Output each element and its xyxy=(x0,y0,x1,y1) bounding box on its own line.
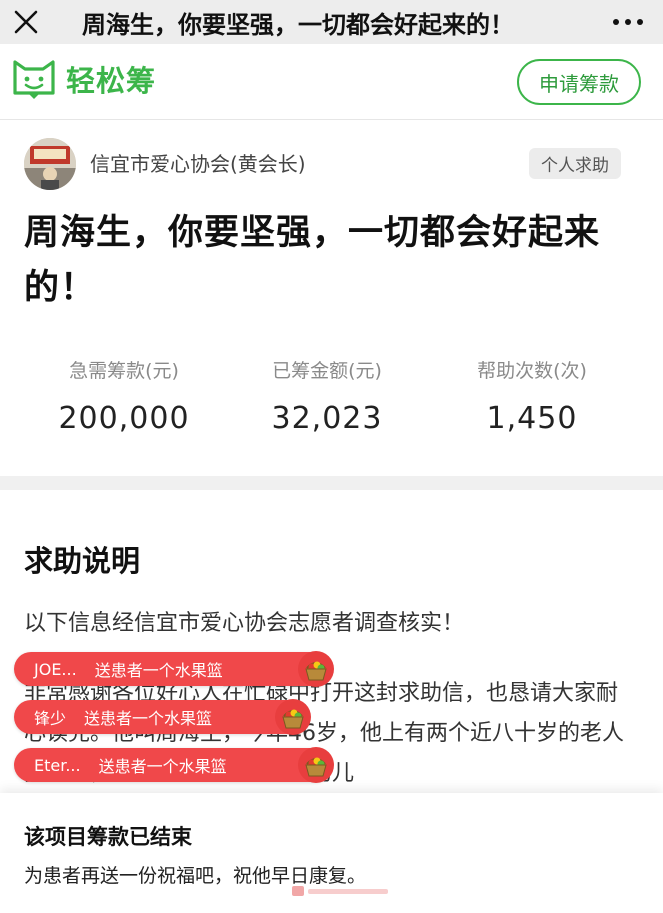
more-button[interactable] xyxy=(593,0,663,44)
stat-value: 1,450 xyxy=(486,401,578,436)
brand-logo[interactable]: 轻松筹 xyxy=(12,58,156,100)
stat-value: 200,000 xyxy=(58,401,190,436)
gift-text: 送患者一个水果篮 xyxy=(94,661,223,680)
campaign-card: 信宜市爱心协会(黄会长) 个人求助 周海生，你要坚强，一切都会好起来的！ 急需筹… xyxy=(0,120,663,476)
watermark-logo xyxy=(292,883,392,902)
stat-label: 帮助次数(次) xyxy=(477,360,587,382)
apply-fundraise-button[interactable]: 申请筹款 xyxy=(517,59,641,105)
stat-target: 急需筹款(元) 200,000 xyxy=(24,356,224,436)
top-bar: 周海生，你要坚强，一切都会好起来的！ xyxy=(0,0,663,44)
campaign-title: 周海生，你要坚强，一切都会好起来的！ xyxy=(24,213,601,308)
avatar[interactable] xyxy=(24,138,76,190)
campaign-ended-text: 该项目筹款已结束 xyxy=(24,825,192,849)
gift-user: JOE... xyxy=(34,659,77,679)
fruit-basket-icon xyxy=(275,699,311,735)
page-title: 周海生，你要坚强，一切都会好起来的！ xyxy=(82,10,514,39)
stat-value: 32,023 xyxy=(271,401,383,436)
stat-label: 已筹金额(元) xyxy=(272,360,382,382)
fruit-basket-icon xyxy=(298,651,334,687)
close-icon xyxy=(14,10,38,34)
verification-note: 以下信息经信宜市爱心协会志愿者调查核实！ xyxy=(24,611,465,636)
gift-toast[interactable]: JOE... 送患者一个水果篮 xyxy=(14,651,334,687)
gift-toast[interactable]: Eter... 送患者一个水果篮 xyxy=(14,747,334,783)
section-title: 求助说明 xyxy=(24,544,141,578)
gift-text: 送患者一个水果篮 xyxy=(84,709,213,728)
stat-label: 急需筹款(元) xyxy=(69,360,179,382)
organizer-name[interactable]: 信宜市爱心协会(黄会长) xyxy=(90,148,306,177)
more-icon xyxy=(613,19,619,25)
gift-user: Eter... xyxy=(34,755,81,775)
brand-name: 轻松筹 xyxy=(66,64,157,98)
fruit-basket-icon xyxy=(298,747,334,783)
gift-user: 锋少 xyxy=(34,709,67,728)
close-button[interactable] xyxy=(0,0,52,44)
brand-bar: 轻松筹 申请筹款 xyxy=(0,44,663,120)
gift-toast[interactable]: 锋少 送患者一个水果篮 xyxy=(14,699,311,735)
stat-helps: 帮助次数(次) 1,450 xyxy=(432,356,632,436)
stat-raised: 已筹金额(元) 32,023 xyxy=(227,356,427,436)
gift-text: 送患者一个水果篮 xyxy=(98,757,227,776)
cat-logo-icon xyxy=(13,60,55,99)
category-tag: 个人求助 xyxy=(529,148,621,179)
